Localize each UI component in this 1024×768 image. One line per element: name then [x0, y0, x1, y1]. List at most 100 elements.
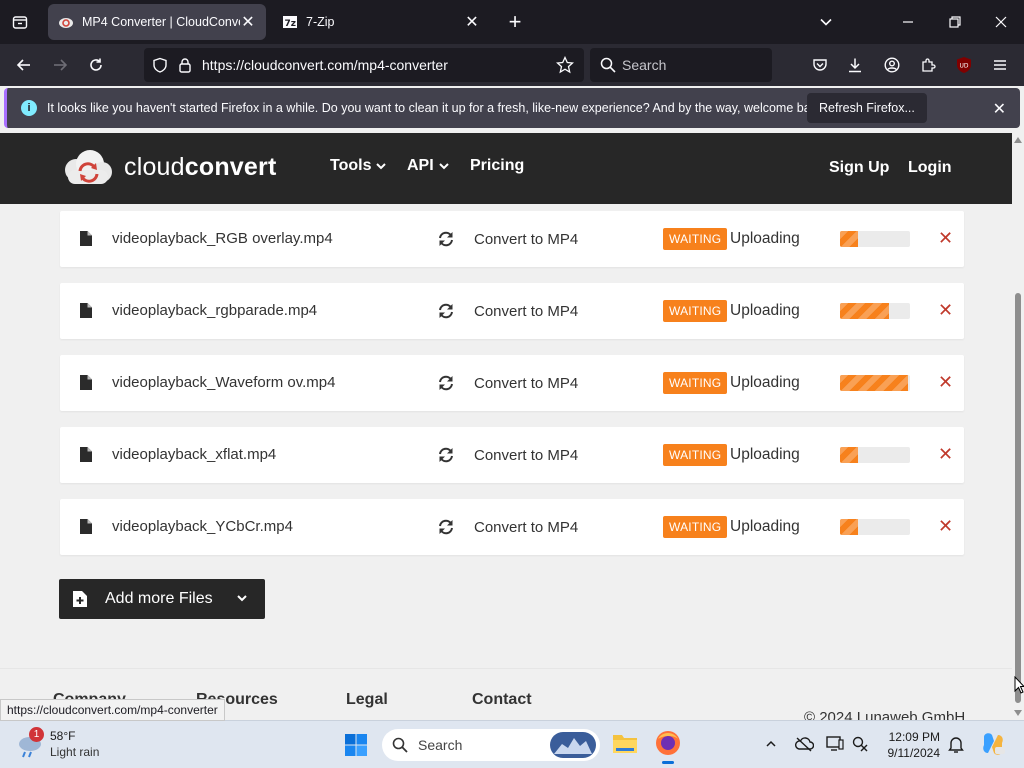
remove-file-icon[interactable]: ✕ — [938, 300, 953, 321]
nav-api[interactable]: API — [407, 157, 450, 175]
minimize-icon[interactable] — [898, 12, 918, 32]
weather-widget[interactable]: 1 58°F Light rain — [16, 727, 136, 763]
file-icon — [80, 447, 92, 462]
add-more-files-button[interactable]: Add more Files — [59, 579, 265, 619]
downloads-icon[interactable] — [845, 55, 865, 75]
onedrive-offline-icon[interactable] — [794, 736, 815, 754]
file-row: videoplayback_RGB overlay.mp4 Convert to… — [60, 211, 964, 267]
taskbar-search-box[interactable]: Search — [382, 729, 600, 761]
weather-temp: 58°F — [50, 729, 76, 743]
login-link[interactable]: Login — [908, 159, 952, 177]
status-text: Uploading — [730, 302, 800, 319]
convert-target-select[interactable]: Convert to MP4 — [474, 303, 578, 320]
nav-api-label: API — [407, 157, 434, 174]
search-bar[interactable]: Search — [590, 48, 772, 82]
status-text: Uploading — [730, 446, 800, 463]
taskbar-clock[interactable]: 12:09 PM 9/11/2024 — [878, 729, 941, 761]
notification-bell-icon[interactable] — [948, 735, 966, 755]
page-scrollbar[interactable] — [1012, 133, 1024, 720]
firefox-taskbar-icon[interactable] — [654, 729, 684, 764]
search-placeholder: Search — [622, 57, 667, 73]
nav-tools[interactable]: Tools — [330, 157, 387, 175]
search-icon — [600, 57, 616, 73]
address-bar[interactable]: https://cloudconvert.com/mp4-converter — [144, 48, 584, 82]
remove-file-icon[interactable]: ✕ — [938, 228, 953, 249]
display-icon[interactable] — [826, 736, 846, 754]
copilot-icon[interactable] — [980, 731, 1008, 759]
new-tab-icon[interactable]: + — [504, 9, 526, 34]
app-menu-icon[interactable] — [990, 55, 1010, 75]
close-notification-icon[interactable]: ✕ — [993, 99, 1006, 119]
remove-file-icon[interactable]: ✕ — [938, 372, 953, 393]
convert-sync-icon[interactable] — [437, 446, 455, 464]
site-header: cloudconvert Tools API Pricing Sign Up L… — [0, 133, 1012, 204]
upload-progress-fill — [840, 519, 858, 535]
upload-progress-fill — [840, 303, 889, 319]
list-all-tabs-chevron-icon[interactable] — [816, 12, 836, 32]
upload-progress-fill — [840, 231, 858, 247]
remove-file-icon[interactable]: ✕ — [938, 516, 953, 537]
file-name: videoplayback_RGB overlay.mp4 — [112, 230, 333, 247]
pocket-icon[interactable] — [810, 55, 830, 75]
forward-arrow-icon[interactable] — [50, 55, 70, 75]
file-row: videoplayback_rgbparade.mp4 Convert to M… — [60, 283, 964, 339]
upload-progress-bar — [840, 519, 910, 535]
cloudconvert-logo[interactable]: cloudconvert — [60, 148, 276, 186]
logo-text-bold: convert — [184, 152, 277, 181]
footer-heading-legal: Legal — [346, 691, 388, 708]
mouse-cursor-icon — [1014, 675, 1024, 696]
clock-date: 9/11/2024 — [887, 746, 941, 760]
tab-list-icon[interactable] — [10, 12, 30, 32]
convert-sync-icon[interactable] — [437, 518, 455, 536]
lock-icon[interactable] — [178, 57, 192, 73]
chevron-down-icon[interactable] — [235, 591, 249, 605]
signup-link[interactable]: Sign Up — [829, 159, 889, 177]
close-tab-icon[interactable]: ✕ — [240, 12, 256, 32]
status-badge: WAITING — [663, 372, 728, 394]
bookmark-star-icon[interactable] — [556, 56, 574, 74]
status-badge: WAITING — [663, 516, 728, 538]
convert-sync-icon[interactable] — [437, 302, 455, 320]
convert-sync-icon[interactable] — [437, 230, 455, 248]
status-badge: WAITING — [663, 444, 728, 466]
notification-message: It looks like you haven't started Firefo… — [47, 101, 807, 115]
logo-text: cloudconvert — [124, 153, 276, 182]
file-explorer-icon[interactable] — [612, 731, 638, 757]
close-window-icon[interactable] — [991, 12, 1011, 32]
restore-icon[interactable] — [945, 12, 965, 32]
convert-target-select[interactable]: Convert to MP4 — [474, 519, 578, 536]
network-icon[interactable] — [852, 736, 872, 754]
scroll-down-arrow-icon[interactable] — [1012, 708, 1024, 718]
windows-logo-icon — [345, 734, 367, 756]
chevron-down-icon — [376, 163, 387, 170]
file-name: videoplayback_xflat.mp4 — [112, 446, 277, 463]
convert-target-select[interactable]: Convert to MP4 — [474, 447, 578, 464]
convert-target-select[interactable]: Convert to MP4 — [474, 375, 578, 392]
extensions-icon[interactable] — [918, 55, 938, 75]
ublock-origin-icon[interactable]: UD — [954, 55, 974, 75]
account-icon[interactable] — [882, 55, 902, 75]
remove-file-icon[interactable]: ✕ — [938, 444, 953, 465]
reload-icon[interactable] — [86, 55, 106, 75]
shield-icon[interactable] — [152, 57, 168, 73]
convert-sync-icon[interactable] — [437, 374, 455, 392]
cloudconvert-favicon-icon — [59, 18, 73, 28]
browser-tab-bar: MP4 Converter | CloudConvert ✕ 7z 7-Zip … — [0, 0, 1024, 44]
nav-pricing-label: Pricing — [470, 157, 525, 174]
nav-pricing[interactable]: Pricing — [470, 157, 524, 175]
tab-mp4-converter[interactable]: MP4 Converter | CloudConvert ✕ — [48, 4, 266, 40]
tab-title: 7-Zip — [306, 15, 335, 29]
tab-7zip[interactable]: 7z 7-Zip ✕ — [272, 4, 490, 40]
refresh-firefox-button[interactable]: Refresh Firefox... — [807, 93, 927, 123]
show-hidden-icons-chevron-icon[interactable] — [764, 737, 780, 753]
scroll-up-arrow-icon[interactable] — [1012, 135, 1024, 145]
scrollbar-thumb[interactable] — [1015, 293, 1021, 703]
tab-title: MP4 Converter | CloudConvert — [82, 15, 240, 29]
close-tab-icon[interactable]: ✕ — [464, 12, 480, 32]
logo-text-light: cloud — [124, 152, 185, 181]
url-text[interactable]: https://cloudconvert.com/mp4-converter — [202, 57, 556, 73]
back-arrow-icon[interactable] — [14, 55, 34, 75]
convert-target-select[interactable]: Convert to MP4 — [474, 231, 578, 248]
start-button[interactable] — [344, 733, 368, 757]
footer-heading-contact: Contact — [472, 691, 532, 708]
